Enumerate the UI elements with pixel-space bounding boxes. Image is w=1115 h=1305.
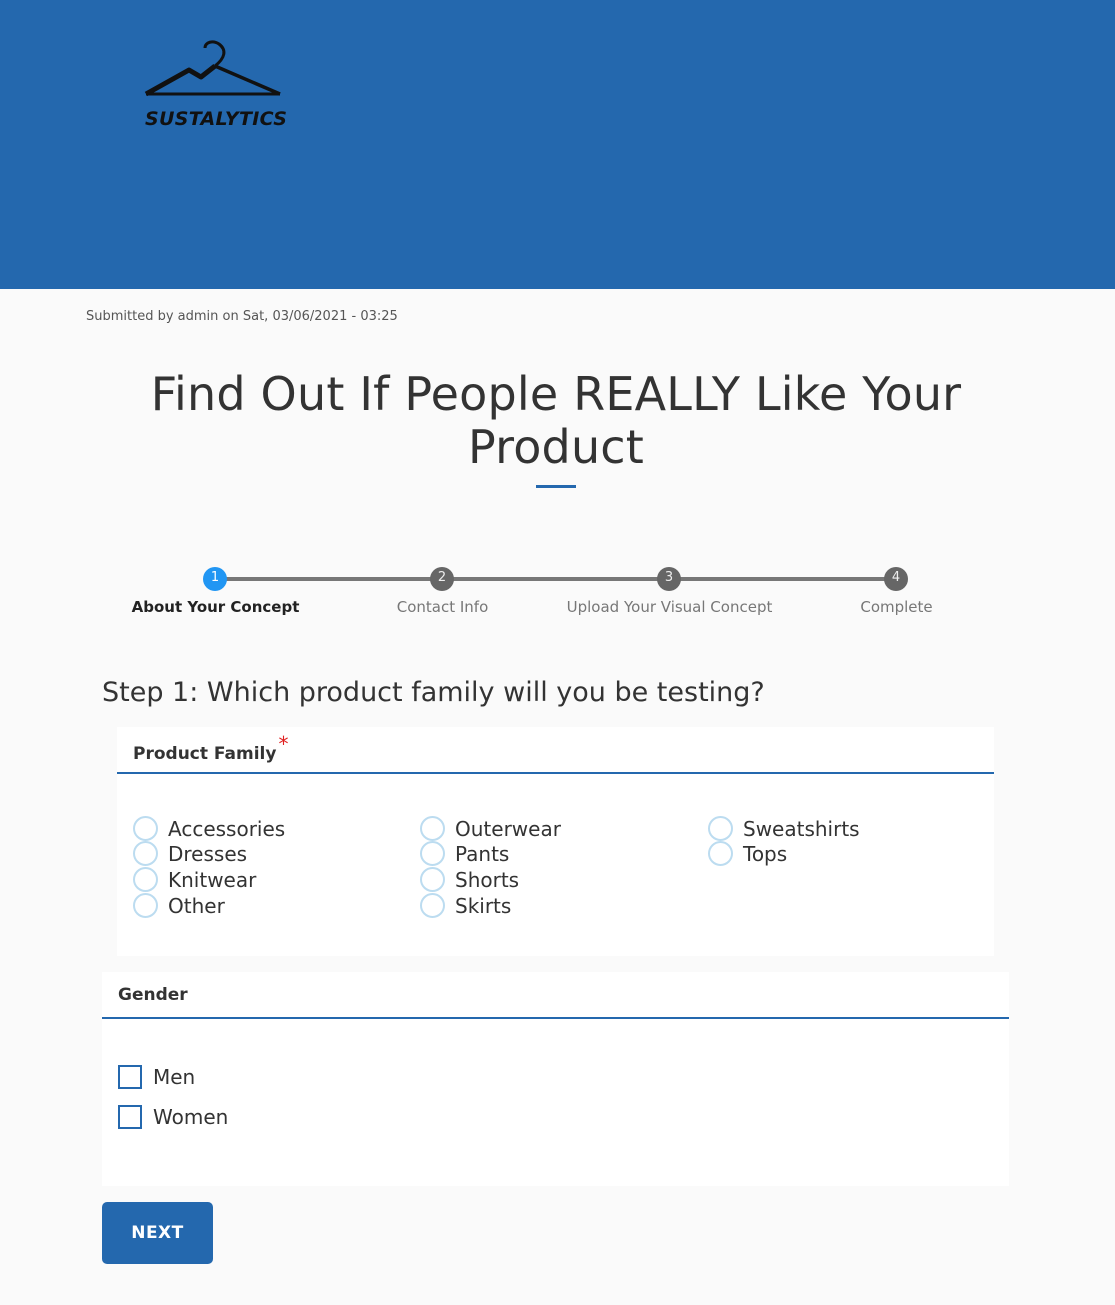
radio-label: Dresses (168, 841, 248, 866)
radio-circle[interactable] (420, 893, 445, 918)
title-underline (536, 485, 576, 488)
next-button[interactable]: NEXT (102, 1202, 213, 1264)
radio-circle[interactable] (133, 816, 158, 841)
radio-circle[interactable] (420, 867, 445, 892)
progress-bar: 1 2 3 4 About Your Concept Contact Info … (102, 560, 1010, 630)
radio-label: Accessories (168, 816, 286, 841)
gender-label: Gender (118, 985, 188, 1005)
radio-circle[interactable] (133, 841, 158, 866)
radio-sweatshirts[interactable]: Sweatshirts (708, 816, 860, 841)
checkbox-label: Men (153, 1065, 196, 1089)
radio-label: Sweatshirts (743, 816, 860, 841)
radio-circle[interactable] (420, 841, 445, 866)
radio-skirts[interactable]: Skirts (420, 893, 511, 918)
product-family-fieldset: Product Family * Accessories Dresses Knit… (117, 727, 994, 956)
radio-label: Outerwear (455, 816, 561, 841)
brand-name: SUSTALYTICS (145, 108, 288, 130)
required-mark: * (278, 732, 289, 756)
radio-knitwear[interactable]: Knitwear (133, 867, 256, 892)
product-family-divider (117, 772, 994, 774)
site-header: SUSTALYTICS (0, 0, 1115, 289)
radio-tops[interactable]: Tops (708, 841, 787, 866)
radio-circle[interactable] (133, 893, 158, 918)
radio-outerwear[interactable]: Outerwear (420, 816, 561, 841)
step-3-label: Upload Your Visual Concept (566, 598, 773, 616)
page-title: Find Out If People REALLY Like Your Prod… (150, 367, 962, 474)
radio-dresses[interactable]: Dresses (133, 841, 247, 866)
step-2-indicator: 2 (430, 567, 454, 591)
radio-label: Pants (455, 841, 510, 866)
step-4-label: Complete (860, 598, 933, 616)
checkbox-men[interactable]: Men (118, 1065, 195, 1089)
radio-circle[interactable] (708, 841, 733, 866)
brand-logo[interactable]: SUSTALYTICS (143, 36, 288, 134)
radio-shorts[interactable]: Shorts (420, 867, 519, 892)
radio-circle[interactable] (133, 867, 158, 892)
product-family-label: Product Family * (133, 732, 288, 764)
radio-label: Skirts (455, 893, 512, 918)
radio-circle[interactable] (708, 816, 733, 841)
submitted-info: Submitted by admin on Sat, 03/06/2021 - … (86, 309, 398, 324)
radio-other[interactable]: Other (133, 893, 225, 918)
step-heading: Step 1: Which product family will you be… (102, 677, 765, 708)
checkbox-box[interactable] (118, 1065, 142, 1089)
step-3-indicator: 3 (657, 567, 681, 591)
radio-label: Tops (743, 841, 788, 866)
gender-fieldset: Gender Men Women (102, 972, 1009, 1186)
radio-circle[interactable] (420, 816, 445, 841)
checkbox-women[interactable]: Women (118, 1105, 228, 1129)
step-1-label: About Your Concept (131, 598, 300, 616)
checkbox-box[interactable] (118, 1105, 142, 1129)
radio-label: Other (168, 893, 225, 918)
checkbox-label: Women (153, 1105, 229, 1129)
step-4-indicator: 4 (884, 567, 908, 591)
radio-label: Knitwear (168, 867, 257, 892)
radio-label: Shorts (455, 867, 520, 892)
radio-accessories[interactable]: Accessories (133, 816, 285, 841)
hanger-logo-icon (144, 40, 281, 97)
radio-pants[interactable]: Pants (420, 841, 509, 866)
gender-divider (102, 1017, 1009, 1019)
step-1-indicator: 1 (203, 567, 227, 591)
product-family-label-text: Product Family (133, 744, 277, 764)
progress-track (215, 577, 896, 581)
step-2-label: Contact Info (396, 598, 489, 616)
